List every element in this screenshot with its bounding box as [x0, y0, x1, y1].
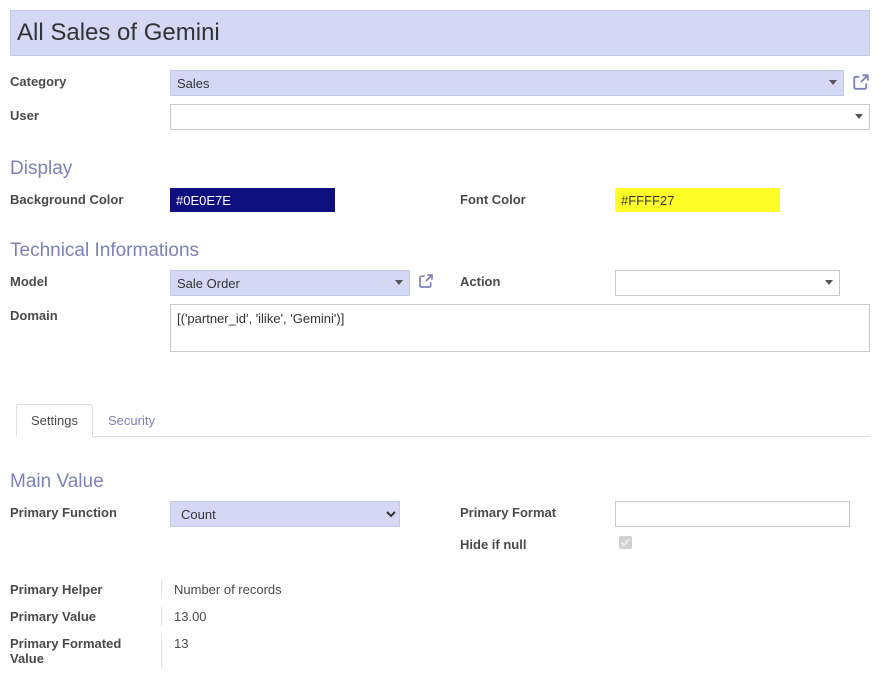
- display-section-heading: Display: [10, 158, 870, 180]
- category-select[interactable]: Sales: [170, 70, 844, 96]
- domain-textarea[interactable]: [('partner_id', 'ilike', 'Gemini')]: [170, 304, 870, 352]
- action-label: Action: [460, 270, 615, 296]
- primary-value-label: Primary Value: [10, 607, 162, 626]
- model-label: Model: [10, 270, 170, 296]
- primary-function-label: Primary Function: [10, 501, 170, 527]
- hide-if-null-checkbox: [619, 536, 632, 549]
- primary-formatted-value: 13: [162, 634, 188, 668]
- background-color-label: Background Color: [10, 188, 170, 212]
- main-value-section-heading: Main Value: [10, 471, 870, 493]
- primary-helper-value: Number of records: [162, 580, 282, 599]
- external-link-icon[interactable]: [418, 273, 434, 296]
- technical-section-heading: Technical Informations: [10, 240, 870, 262]
- primary-value-value: 13.00: [162, 607, 207, 626]
- primary-format-input[interactable]: [615, 501, 850, 527]
- external-link-icon[interactable]: [852, 73, 870, 94]
- user-label: User: [10, 104, 170, 123]
- primary-formatted-label: Primary Formated Value: [10, 634, 162, 668]
- user-select[interactable]: [170, 104, 870, 130]
- primary-format-label: Primary Format: [460, 501, 615, 527]
- font-color-label: Font Color: [460, 188, 615, 212]
- tile-name-input[interactable]: [10, 10, 870, 56]
- model-select[interactable]: Sale Order: [170, 270, 410, 296]
- action-select[interactable]: [615, 270, 840, 296]
- primary-helper-label: Primary Helper: [10, 580, 162, 599]
- domain-label: Domain: [10, 304, 170, 323]
- category-label: Category: [10, 70, 170, 89]
- tabs: Settings Security: [16, 403, 870, 437]
- tab-settings[interactable]: Settings: [16, 404, 93, 437]
- primary-function-select[interactable]: Count: [170, 501, 400, 527]
- hide-if-null-label: Hide if null: [460, 533, 615, 552]
- tab-security[interactable]: Security: [93, 404, 170, 437]
- background-color-input[interactable]: [170, 188, 335, 212]
- font-color-input[interactable]: [615, 188, 780, 212]
